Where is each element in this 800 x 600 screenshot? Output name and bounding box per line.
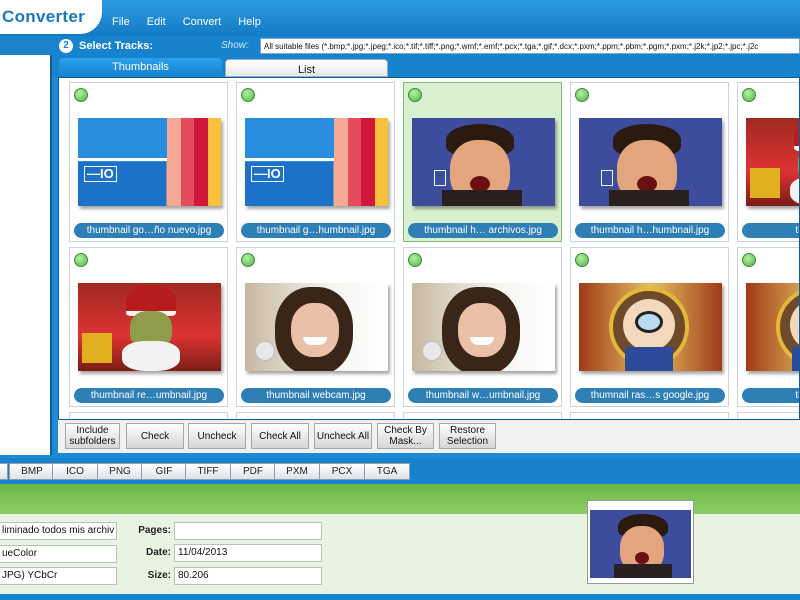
thumbnail-item-partial[interactable] (403, 412, 562, 419)
thumbnail-image (579, 283, 722, 371)
compression-field: JPG) YCbCr (0, 567, 117, 585)
format-gif[interactable]: GIF (141, 463, 187, 480)
thumbnail-item-partial[interactable] (69, 412, 228, 419)
preview-image (590, 510, 691, 578)
format-tga[interactable]: TGA (364, 463, 410, 480)
thumbnail-item[interactable]: thumbnail re…umbnail.jpg (69, 247, 228, 407)
check-indicator[interactable] (742, 253, 756, 267)
folder-tree-panel[interactable] (0, 55, 52, 455)
pages-field (174, 522, 322, 540)
thumbnail-caption: thumbnail go…ño nuevo.jpg (74, 223, 224, 238)
thumbnail-caption: thumbnail h…humbnail.jpg (575, 223, 725, 238)
menu-convert[interactable]: Convert (183, 0, 222, 36)
thumbnail-caption: thumbnail w…umbnail.jpg (408, 388, 558, 403)
check-indicator[interactable] (408, 253, 422, 267)
thumbnail-caption: thumbnail re…umbnail.jpg (74, 388, 224, 403)
thumbnail-image (412, 283, 555, 371)
thumbnail-item[interactable]: thumbnail (737, 247, 799, 407)
date-field: 11/04/2013 (174, 544, 322, 562)
thumbnail-item[interactable]: thumbnail w…umbnail.jpg (403, 247, 562, 407)
bottom-edge (0, 594, 800, 600)
thumbnail-image (245, 283, 388, 371)
include-subfolders-button[interactable]: Include subfolders (65, 423, 120, 449)
thumbnail-caption: thumbnail h… archivos.jpg (408, 223, 558, 238)
thumbnail-image (412, 118, 555, 206)
thumbnail-caption: thumbnail (742, 223, 799, 238)
format-bmp[interactable]: BMP (9, 463, 55, 480)
check-indicator[interactable] (742, 88, 756, 102)
thumbnail-item[interactable]: thumbnail (737, 82, 799, 242)
check-indicator[interactable] (241, 253, 255, 267)
thumbnail-image: —IO (78, 118, 221, 206)
show-label: Show: (221, 40, 249, 51)
menu-edit[interactable]: Edit (147, 0, 166, 36)
tab-thumbnails[interactable]: Thumbnails (59, 58, 222, 77)
thumbnail-item-partial[interactable] (236, 412, 395, 419)
thumbnail-item[interactable]: —IO thumbnail g…humbnail.jpg (236, 82, 395, 242)
app-title: Converter (0, 0, 102, 34)
thumbnail-image (746, 118, 799, 206)
thumbnail-caption: thumbnail webcam.jpg (241, 388, 391, 403)
date-label: Date: (145, 547, 171, 558)
check-indicator[interactable] (408, 88, 422, 102)
thumbnail-item[interactable]: thumnail ras…s google.jpg (570, 247, 729, 407)
thumbnail-item[interactable]: thumbnail h… archivos.jpg (403, 82, 562, 242)
thumbnail-image: —IO (245, 118, 388, 206)
thumbnail-item[interactable]: —IO thumbnail go…ño nuevo.jpg (69, 82, 228, 242)
thumbnail-item-partial[interactable] (737, 412, 799, 419)
left-panel-header (0, 36, 52, 55)
check-by-mask-button[interactable]: Check By Mask... (377, 423, 434, 449)
format-partial[interactable] (0, 463, 8, 480)
format-png[interactable]: PNG (97, 463, 143, 480)
check-indicator[interactable] (241, 88, 255, 102)
ico-logo: —IO (84, 166, 117, 182)
thumbnail-image (78, 283, 221, 371)
step-label: Select Tracks: (79, 40, 153, 52)
tab-list[interactable]: List (225, 59, 388, 77)
check-all-button[interactable]: Check All (251, 423, 309, 449)
file-filter-select[interactable]: All suitable files (*.bmp;*.jpg;*.jpeg;*… (260, 38, 800, 54)
thumbnail-caption: thumnail ras…s google.jpg (575, 388, 725, 403)
check-indicator[interactable] (575, 253, 589, 267)
menu-bar: File Edit Convert Help (112, 0, 278, 36)
thumbnail-grid[interactable]: —IO thumbnail go…ño nuevo.jpg —IO thumbnail… (58, 77, 800, 420)
format-pcx[interactable]: PCX (319, 463, 365, 480)
menu-file[interactable]: File (112, 0, 130, 36)
menu-help[interactable]: Help (238, 0, 261, 36)
pages-label: Pages: (138, 525, 171, 536)
thumbnail-item[interactable]: thumbnail webcam.jpg (236, 247, 395, 407)
format-pxm[interactable]: PXM (274, 463, 320, 480)
thumbnail-caption: thumbnail g…humbnail.jpg (241, 223, 391, 238)
format-tiff[interactable]: TIFF (185, 463, 231, 480)
size-field: 80.206 (174, 567, 322, 585)
check-indicator[interactable] (575, 88, 589, 102)
check-button[interactable]: Check (126, 423, 184, 449)
file-name-field: liminado todos mis archiv (0, 522, 117, 540)
thumbnail-image (579, 118, 722, 206)
check-indicator[interactable] (74, 88, 88, 102)
step-number-badge: 2 (59, 39, 73, 53)
uncheck-button[interactable]: Uncheck (188, 423, 246, 449)
check-indicator[interactable] (74, 253, 88, 267)
thumbnail-item[interactable]: thumbnail h…humbnail.jpg (570, 82, 729, 242)
format-ico[interactable]: ICO (52, 463, 98, 480)
format-pdf[interactable]: PDF (230, 463, 276, 480)
uncheck-all-button[interactable]: Uncheck All (314, 423, 372, 449)
thumbnail-image (746, 283, 799, 371)
restore-selection-button[interactable]: Restore Selection (439, 423, 496, 449)
size-label: Size: (147, 570, 171, 581)
ico-logo: —IO (251, 166, 284, 182)
thumbnail-item-partial[interactable] (570, 412, 729, 419)
thumbnail-caption: thumbnail (742, 388, 799, 403)
color-mode-field: ueColor (0, 545, 117, 563)
